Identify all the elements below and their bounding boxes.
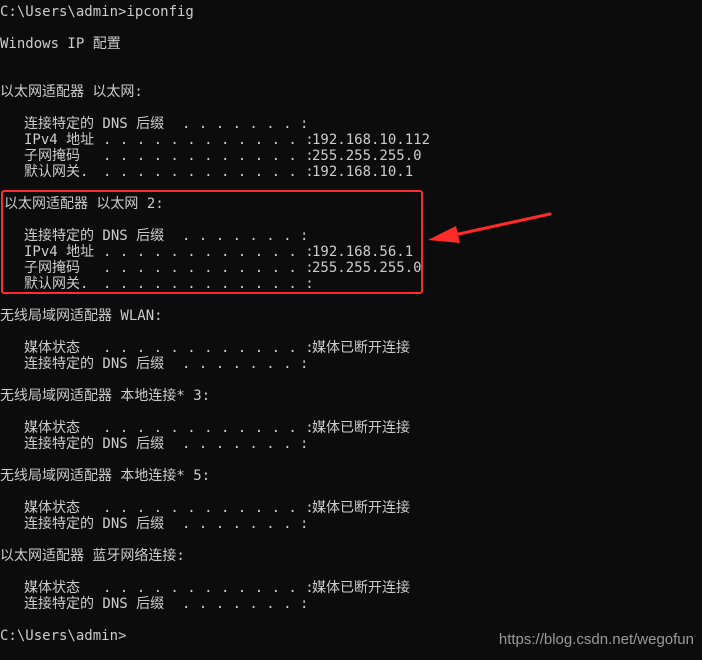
row-dots: . . . . . . . : (182, 596, 309, 612)
row-label: IPv4 地址 (24, 132, 95, 148)
row-value: 255.255.255.0 (312, 148, 422, 164)
ipconfig-header: Windows IP 配置 (0, 36, 121, 52)
command-prompt[interactable]: C:\Users\admin> (0, 628, 126, 644)
adapter-title: 无线局域网适配器 WLAN: (0, 308, 163, 324)
row-dots: . . . . . . . : (182, 356, 309, 372)
row-label: 媒体状态 (24, 500, 80, 516)
row-dots: . . . . . . . . . . . . : (103, 420, 314, 436)
row-dots: . . . . . . . : (182, 436, 309, 452)
row-label: 连接特定的 DNS 后缀 (24, 516, 165, 532)
row-dots: . . . . . . . . . . . . : (103, 132, 314, 148)
row-label: 默认网关. (24, 164, 89, 180)
row-label: 媒体状态 (24, 420, 80, 436)
row-dots: . . . . . . . . . . . . : (103, 340, 314, 356)
row-dots: . . . . . . . . . . . . : (103, 164, 314, 180)
highlight-box (1, 190, 423, 294)
row-label: 媒体状态 (24, 580, 80, 596)
row-dots: . . . . . . . . . . . . : (103, 580, 314, 596)
row-dots: . . . . . . . . . . . . : (103, 500, 314, 516)
row-label: 连接特定的 DNS 后缀 (24, 356, 165, 372)
row-label: 连接特定的 DNS 后缀 (24, 596, 165, 612)
row-label: 子网掩码 (24, 148, 80, 164)
row-dots: . . . . . . . . . . . . : (103, 148, 314, 164)
row-label: 连接特定的 DNS 后缀 (24, 436, 165, 452)
adapter-title: 无线局域网适配器 本地连接* 3: (0, 388, 211, 404)
adapter-title: 以太网适配器 以太网: (0, 84, 143, 100)
row-value: 媒体已断开连接 (312, 580, 410, 596)
row-value: 媒体已断开连接 (312, 420, 410, 436)
row-value: 192.168.10.112 (312, 132, 431, 148)
adapter-title: 以太网适配器 蓝牙网络连接: (0, 548, 185, 564)
row-value: 媒体已断开连接 (312, 500, 410, 516)
row-label: 连接特定的 DNS 后缀 (24, 116, 165, 132)
row-dots: . . . . . . . : (182, 116, 309, 132)
adapter-title: 无线局域网适配器 本地连接* 5: (0, 468, 211, 484)
command-line: C:\Users\admin>ipconfig (0, 4, 194, 20)
arrow-icon (428, 212, 552, 243)
row-dots: . . . . . . . : (182, 516, 309, 532)
row-value: 媒体已断开连接 (312, 340, 410, 356)
row-value: 192.168.10.1 (312, 164, 414, 180)
row-label: 媒体状态 (24, 340, 80, 356)
watermark: https://blog.csdn.net/wegofun (498, 631, 694, 648)
